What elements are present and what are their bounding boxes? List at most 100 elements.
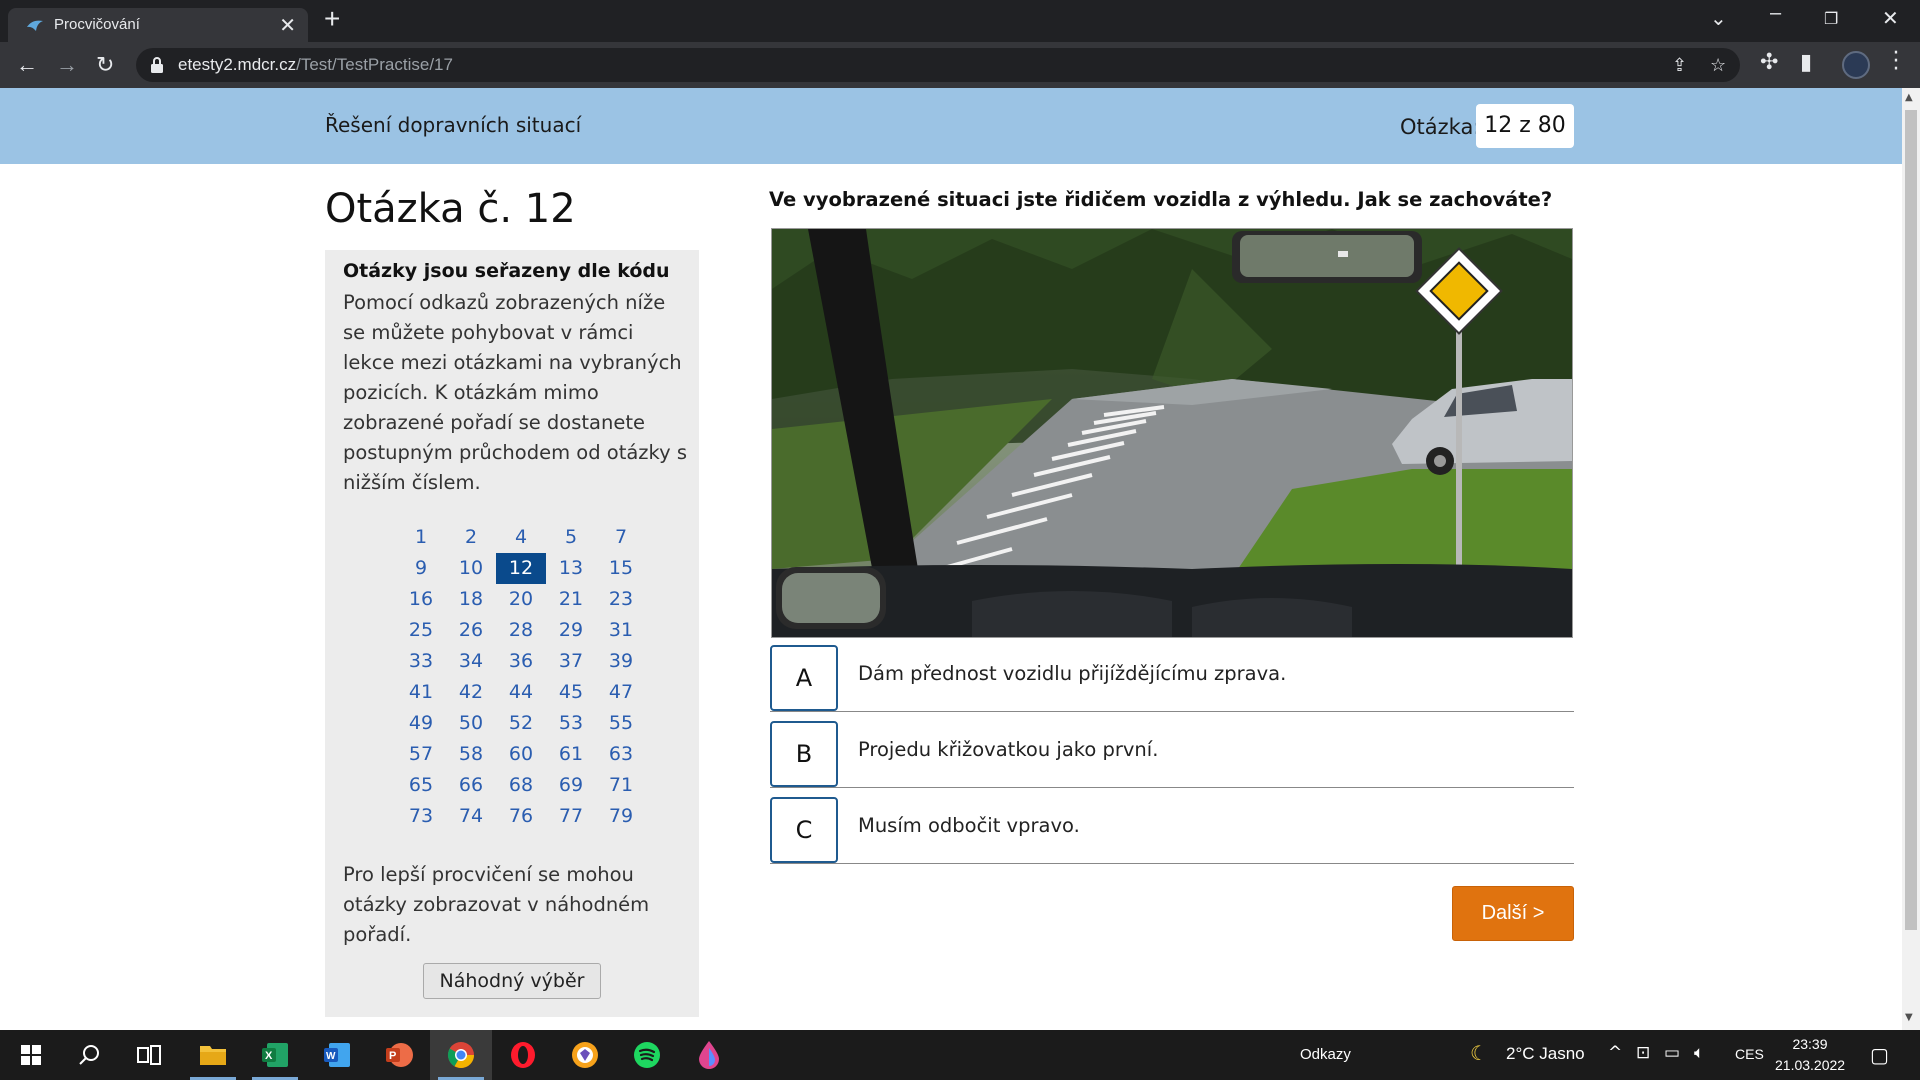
browser-menu-icon[interactable]: · · · [1892, 43, 1900, 81]
answer-letter-a[interactable]: A [770, 645, 838, 711]
taskbar-drop-app[interactable] [678, 1030, 740, 1080]
question-link-9[interactable]: 9 [396, 553, 446, 584]
question-link-33[interactable]: 33 [396, 646, 446, 677]
address-bar[interactable]: etesty2.mdcr.cz/Test/TestPractise/17 ⇪ ☆ [136, 48, 1740, 82]
next-button[interactable]: Další > [1452, 886, 1574, 941]
question-link-52[interactable]: 52 [496, 708, 546, 739]
answer-option-a[interactable]: A Dám přednost vozidlu přijíždějícímu zp… [770, 640, 1574, 712]
answer-letter-b[interactable]: B [770, 721, 838, 787]
question-link-39[interactable]: 39 [596, 646, 646, 677]
answer-letter-c[interactable]: C [770, 797, 838, 863]
random-selection-button[interactable]: Náhodný výběr [423, 963, 601, 999]
question-link-76[interactable]: 76 [496, 801, 546, 832]
scroll-up-arrow-icon[interactable]: ▲ [1905, 92, 1913, 103]
question-link-36[interactable]: 36 [496, 646, 546, 677]
question-link-5[interactable]: 5 [546, 522, 596, 553]
forward-icon[interactable]: → [56, 52, 78, 78]
tab-close-icon[interactable]: ✕ [279, 13, 296, 38]
taskbar-excel[interactable]: X [244, 1030, 306, 1080]
notification-center-icon[interactable]: ▢ [1870, 1043, 1889, 1067]
question-link-42[interactable]: 42 [446, 677, 496, 708]
question-link-7[interactable]: 7 [596, 522, 646, 553]
search-button[interactable] [58, 1030, 120, 1080]
taskbar-brave-vpn[interactable] [554, 1030, 616, 1080]
taskbar-file-explorer[interactable] [182, 1030, 244, 1080]
question-link-25[interactable]: 25 [396, 615, 446, 646]
question-link-29[interactable]: 29 [546, 615, 596, 646]
question-link-57[interactable]: 57 [396, 739, 446, 770]
question-link-65[interactable]: 65 [396, 770, 446, 801]
question-link-53[interactable]: 53 [546, 708, 596, 739]
share-icon[interactable]: ⇪ [1672, 55, 1687, 76]
new-tab-button[interactable]: + [324, 3, 340, 35]
bookmark-star-icon[interactable]: ☆ [1710, 55, 1726, 76]
question-link-73[interactable]: 73 [396, 801, 446, 832]
question-link-77[interactable]: 77 [546, 801, 596, 832]
answer-option-c[interactable]: C Musím odbočit vpravo. [770, 792, 1574, 864]
weather-widget[interactable]: 2°C Jasno [1506, 1044, 1585, 1064]
browser-tab[interactable]: Procvičování ✕ [8, 8, 308, 42]
question-link-66[interactable]: 66 [446, 770, 496, 801]
question-link-58[interactable]: 58 [446, 739, 496, 770]
minimize-icon[interactable]: – [1770, 2, 1781, 25]
question-link-49[interactable]: 49 [396, 708, 446, 739]
task-view-button[interactable] [118, 1030, 180, 1080]
scroll-down-arrow-icon[interactable]: ▼ [1905, 1012, 1913, 1023]
question-link-15[interactable]: 15 [596, 553, 646, 584]
question-link-1[interactable]: 1 [396, 522, 446, 553]
answer-text-b[interactable]: Projedu křižovatkou jako první. [858, 738, 1158, 761]
question-link-61[interactable]: 61 [546, 739, 596, 770]
extensions-puzzle-icon[interactable]: ✣ [1760, 50, 1778, 75]
question-link-55[interactable]: 55 [596, 708, 646, 739]
question-link-31[interactable]: 31 [596, 615, 646, 646]
restore-icon[interactable]: ❐ [1824, 9, 1838, 29]
volume-icon[interactable]: 🔈︎ [1694, 1043, 1704, 1063]
question-link-44[interactable]: 44 [496, 677, 546, 708]
question-link-16[interactable]: 16 [396, 584, 446, 615]
window-close-icon[interactable]: ✕ [1882, 6, 1899, 31]
question-link-37[interactable]: 37 [546, 646, 596, 677]
question-link-12[interactable]: 12 [496, 553, 546, 584]
question-link-21[interactable]: 21 [546, 584, 596, 615]
taskbar-chrome[interactable] [430, 1030, 492, 1080]
tab-search-icon[interactable]: ⌄ [1710, 6, 1727, 31]
question-link-79[interactable]: 79 [596, 801, 646, 832]
question-link-45[interactable]: 45 [546, 677, 596, 708]
question-link-63[interactable]: 63 [596, 739, 646, 770]
side-panel-icon[interactable]: ▮ [1800, 50, 1812, 75]
question-link-71[interactable]: 71 [596, 770, 646, 801]
question-link-23[interactable]: 23 [596, 584, 646, 615]
question-link-34[interactable]: 34 [446, 646, 496, 677]
input-language[interactable]: CES [1735, 1046, 1764, 1062]
start-button[interactable] [0, 1030, 62, 1080]
moon-weather-icon[interactable]: ☾ [1470, 1041, 1488, 1065]
profile-avatar[interactable] [1842, 51, 1870, 79]
taskbar-links-toolbar[interactable]: Odkazy [1300, 1046, 1351, 1063]
question-link-10[interactable]: 10 [446, 553, 496, 584]
question-link-50[interactable]: 50 [446, 708, 496, 739]
system-clock[interactable]: 23:39 21.03.2022 [1775, 1034, 1845, 1076]
taskbar-powerpoint[interactable]: P [368, 1030, 430, 1080]
taskbar-word[interactable]: W [306, 1030, 368, 1080]
question-link-2[interactable]: 2 [446, 522, 496, 553]
answer-option-b[interactable]: B Projedu křižovatkou jako první. [770, 716, 1574, 788]
question-link-74[interactable]: 74 [446, 801, 496, 832]
question-link-47[interactable]: 47 [596, 677, 646, 708]
answer-text-a[interactable]: Dám přednost vozidlu přijíždějícímu zpra… [858, 662, 1286, 685]
reload-icon[interactable]: ↻ [96, 52, 114, 78]
question-link-18[interactable]: 18 [446, 584, 496, 615]
question-link-4[interactable]: 4 [496, 522, 546, 553]
question-link-26[interactable]: 26 [446, 615, 496, 646]
battery-icon[interactable]: ▭ [1664, 1043, 1680, 1063]
show-hidden-icons-chevron-icon[interactable]: ^ [1608, 1043, 1622, 1063]
question-link-20[interactable]: 20 [496, 584, 546, 615]
taskbar-opera[interactable] [492, 1030, 554, 1080]
question-link-41[interactable]: 41 [396, 677, 446, 708]
back-icon[interactable]: ← [16, 52, 38, 78]
scrollbar-thumb[interactable] [1905, 110, 1917, 930]
question-link-60[interactable]: 60 [496, 739, 546, 770]
question-link-13[interactable]: 13 [546, 553, 596, 584]
question-link-68[interactable]: 68 [496, 770, 546, 801]
network-icon[interactable]: ⊡ [1636, 1043, 1650, 1063]
question-link-69[interactable]: 69 [546, 770, 596, 801]
